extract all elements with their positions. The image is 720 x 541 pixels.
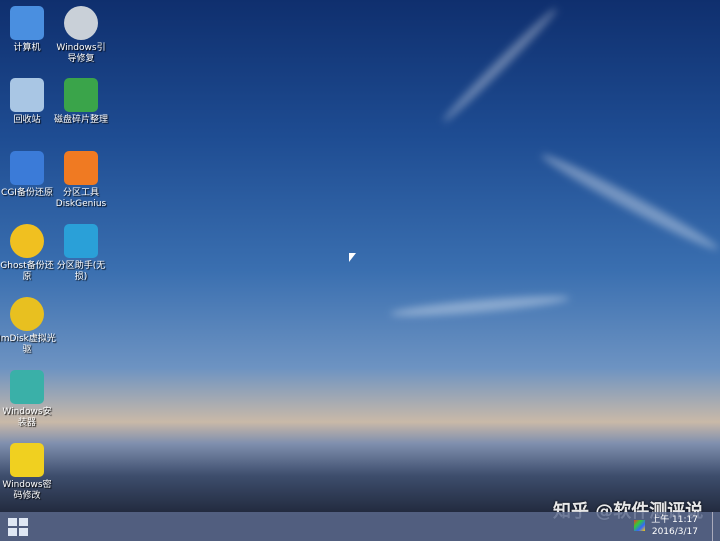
- desktop-icon-label: 分区助手(无损): [56, 261, 106, 282]
- desktop-icon[interactable]: 计算机: [0, 6, 56, 54]
- tray-app-icon[interactable]: [634, 520, 645, 531]
- desktop-icon-label: CGI备份还原: [1, 188, 53, 198]
- desktop-icon-label: Windows引导修复: [56, 43, 106, 64]
- mouse-cursor-icon: [349, 253, 356, 262]
- key-icon: [10, 443, 44, 477]
- partition-assistant-icon: [64, 224, 98, 258]
- desktop-icon[interactable]: 磁盘碎片整理: [52, 78, 110, 126]
- clock[interactable]: 上午 11:17 2016/3/17: [651, 514, 698, 538]
- recycle-bin-icon: [10, 78, 44, 112]
- desktop-icon-label: 回收站: [13, 115, 41, 125]
- desktop-icon-label: ImDisk虚拟光驱: [0, 334, 56, 355]
- desktop-icon[interactable]: CGI备份还原: [0, 151, 56, 199]
- cgi-backup-icon: [10, 151, 44, 185]
- desktop-icon-label: 分区工具DiskGenius: [55, 188, 107, 209]
- gear-icon: [64, 6, 98, 40]
- desktop-icon[interactable]: 回收站: [0, 78, 56, 126]
- desktop-icon-label: 计算机: [13, 43, 41, 53]
- desktop-icon[interactable]: Windows安装器: [0, 370, 56, 429]
- ghost-icon: [10, 224, 44, 258]
- desktop-icon-label: Windows安装器: [2, 407, 52, 428]
- desktop-icon[interactable]: 分区助手(无损): [52, 224, 110, 283]
- desktop-icon[interactable]: Windows引导修复: [52, 6, 110, 65]
- virtual-drive-icon: [10, 297, 44, 331]
- desktop-icon[interactable]: Ghost备份还原: [0, 224, 56, 283]
- desktop-icon[interactable]: ImDisk虚拟光驱: [0, 297, 56, 356]
- show-desktop-button[interactable]: [712, 512, 720, 541]
- desktop-icon-label: Ghost备份还原: [0, 261, 54, 282]
- taskbar: 上午 11:17 2016/3/17: [0, 512, 720, 541]
- computer-icon: [10, 6, 44, 40]
- diskgenius-icon: [64, 151, 98, 185]
- clock-date: 2016/3/17: [651, 527, 698, 537]
- desktop-icon-label: 磁盘碎片整理: [53, 115, 108, 125]
- installer-icon: [10, 370, 44, 404]
- desktop-icon[interactable]: 分区工具DiskGenius: [52, 151, 110, 210]
- start-button[interactable]: [8, 518, 28, 536]
- desktop-icon[interactable]: Windows密码修改: [0, 443, 56, 502]
- defrag-icon: [64, 78, 98, 112]
- clock-time: 上午 11:17: [651, 515, 698, 525]
- desktop-icon-label: Windows密码修改: [2, 480, 52, 501]
